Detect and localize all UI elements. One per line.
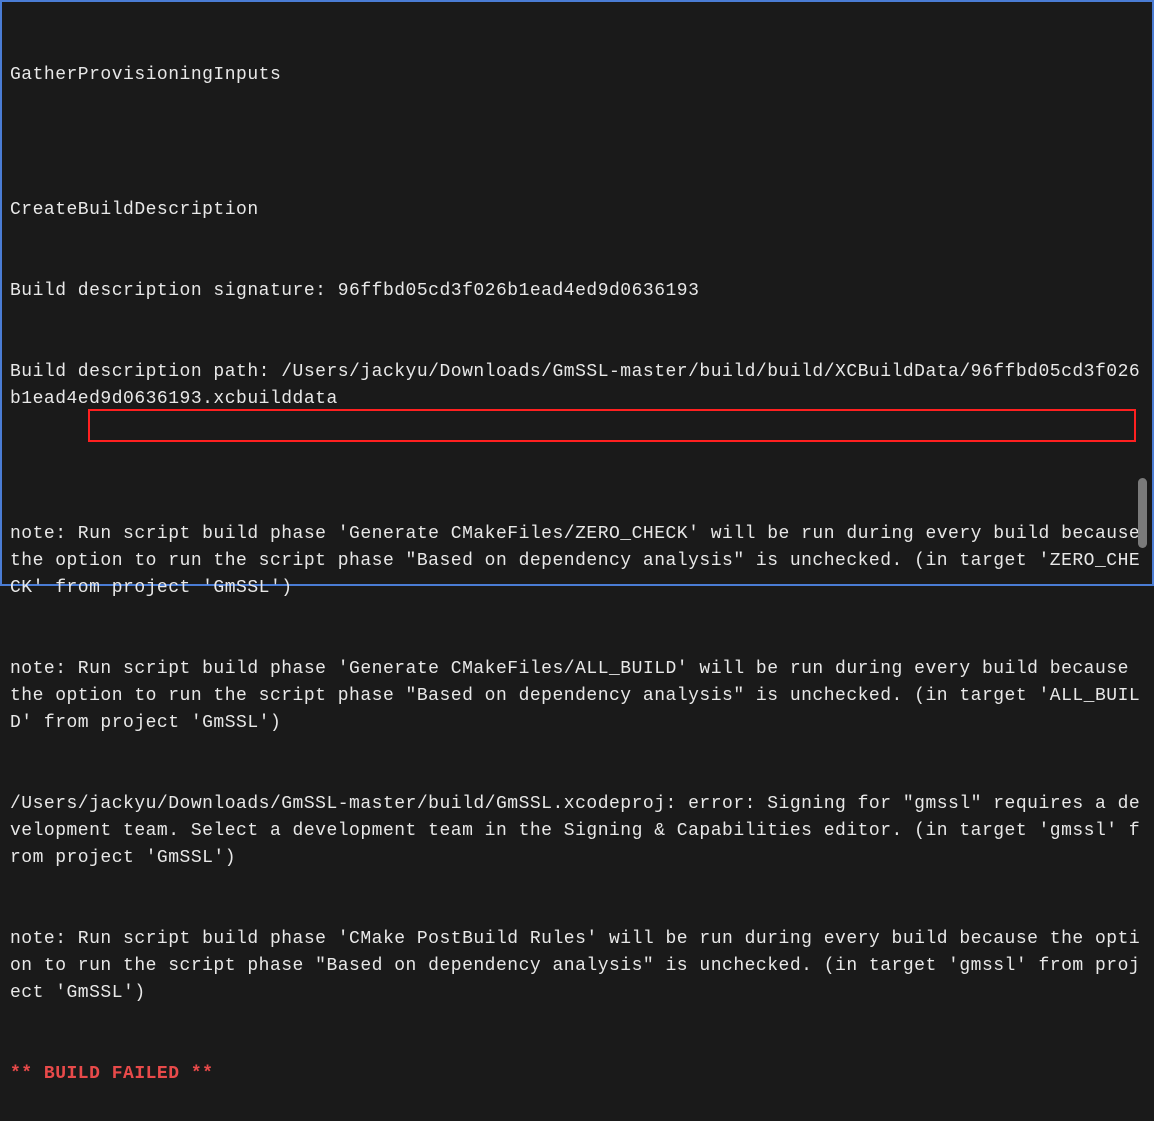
scrollbar-thumb[interactable]: [1138, 478, 1147, 548]
output-line: note: Run script build phase 'Generate C…: [10, 656, 1144, 737]
build-failed-line: ** BUILD FAILED **: [10, 1061, 1144, 1088]
output-line: GatherProvisioningInputs: [10, 62, 1144, 89]
output-line: note: Run script build phase 'CMake Post…: [10, 926, 1144, 1007]
output-line: note: Run script build phase 'Generate C…: [10, 521, 1144, 602]
output-line: Build description path: /Users/jackyu/Do…: [10, 359, 1144, 413]
scrollbar-track[interactable]: [1138, 2, 1147, 584]
output-line: Build description signature: 96ffbd05cd3…: [10, 278, 1144, 305]
output-line-error: /Users/jackyu/Downloads/GmSSL-master/bui…: [10, 791, 1144, 872]
terminal-output: GatherProvisioningInputs CreateBuildDesc…: [2, 2, 1152, 1121]
output-line: CreateBuildDescription: [10, 197, 1144, 224]
